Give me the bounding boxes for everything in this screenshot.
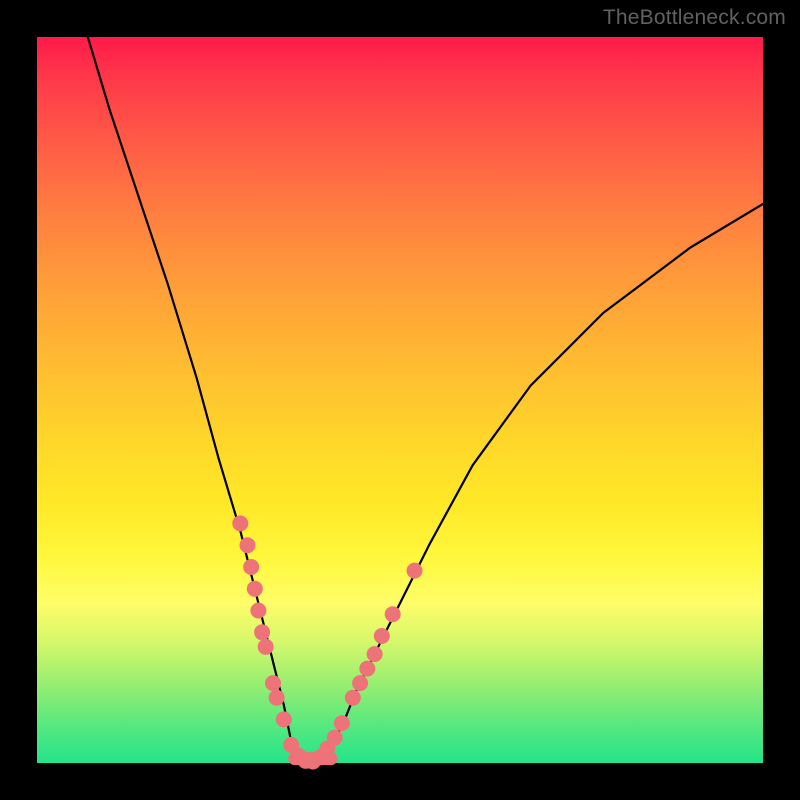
highlight-dots [232,515,422,769]
highlight-dot [250,603,266,619]
highlight-dot [243,559,259,575]
highlight-dot [254,624,270,640]
highlight-dot [240,537,256,553]
highlight-dot [374,628,390,644]
highlight-dot [345,690,361,706]
curve-svg [37,37,763,763]
highlight-dot [359,661,375,677]
highlight-dot [385,606,401,622]
chart-frame: TheBottleneck.com [0,0,800,800]
highlight-dot [327,730,343,746]
highlight-dot [352,675,368,691]
plot-area [37,37,763,763]
bottleneck-curve [88,37,763,763]
highlight-dot [367,646,383,662]
highlight-dot [276,711,292,727]
watermark-text: TheBottleneck.com [603,6,786,30]
highlight-dot [247,581,263,597]
highlight-dot [258,639,274,655]
highlight-dot [334,715,350,731]
highlight-dot [407,563,423,579]
highlight-dot [232,515,248,531]
highlight-dot [265,675,281,691]
highlight-dot [269,690,285,706]
